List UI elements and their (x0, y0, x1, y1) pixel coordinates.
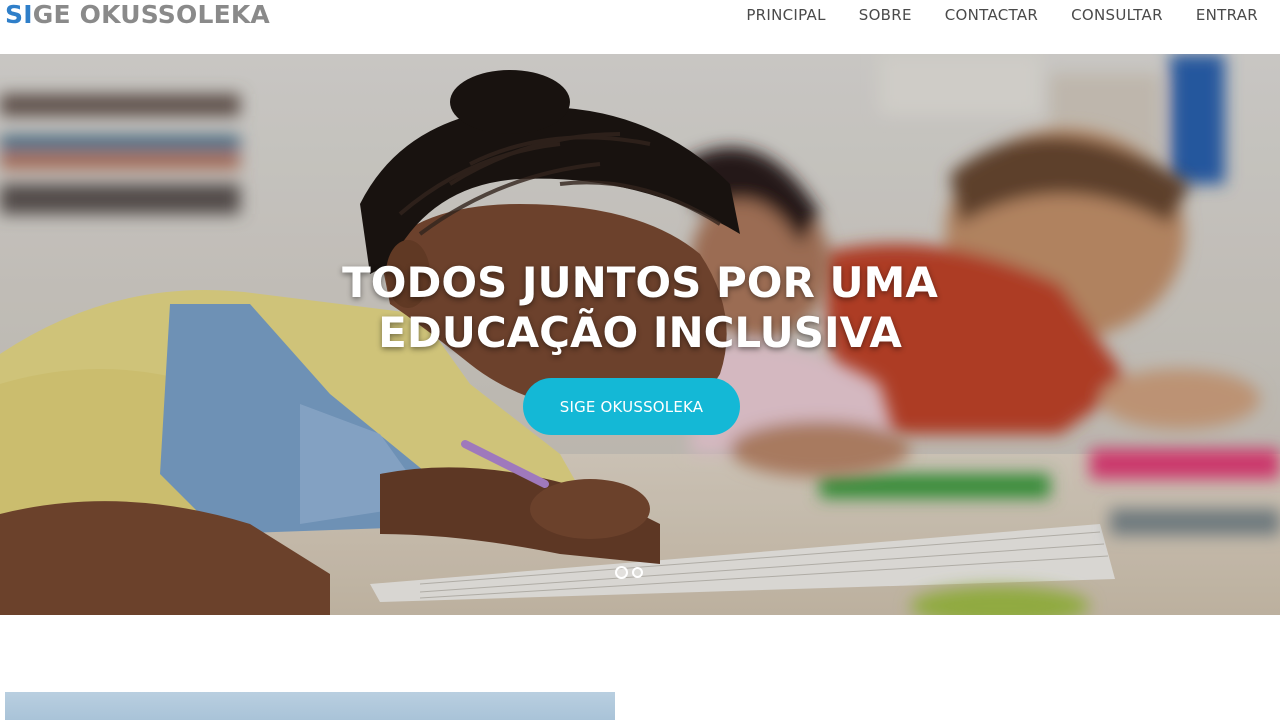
hero-title: TODOS JUNTOS POR UMA EDUCAÇÃO INCLUSIVA (240, 258, 1040, 358)
site-logo[interactable]: SIGE OKUSSOLEKA (5, 0, 270, 30)
nav-link-contactar[interactable]: CONTACTAR (945, 5, 1038, 25)
hero-title-line-1: TODOS JUNTOS POR UMA (342, 258, 938, 307)
nav-link-principal[interactable]: PRINCIPAL (746, 5, 825, 25)
hero-carousel: TODOS JUNTOS POR UMA EDUCAÇÃO INCLUSIVA … (0, 54, 1280, 615)
nav-link-consultar[interactable]: CONSULTAR (1071, 5, 1163, 25)
carousel-dot-2[interactable] (632, 567, 643, 578)
main-nav: PRINCIPAL SOBRE CONTACTAR CONSULTAR ENTR… (713, 5, 1258, 25)
hero-cta-button[interactable]: SIGE OKUSSOLEKA (523, 378, 740, 435)
nav-link-sobre[interactable]: SOBRE (859, 5, 912, 25)
carousel-dot-1[interactable] (615, 566, 628, 579)
hero-title-line-2: EDUCAÇÃO INCLUSIVA (378, 308, 902, 357)
logo-text: GE OKUSSOLEKA (32, 0, 270, 29)
site-header: SIGE OKUSSOLEKA PRINCIPAL SOBRE CONTACTA… (0, 0, 1280, 54)
section-image (5, 692, 615, 720)
nav-link-entrar[interactable]: ENTRAR (1196, 5, 1258, 25)
logo-accent: SI (5, 0, 33, 29)
carousel-indicators (615, 566, 643, 579)
